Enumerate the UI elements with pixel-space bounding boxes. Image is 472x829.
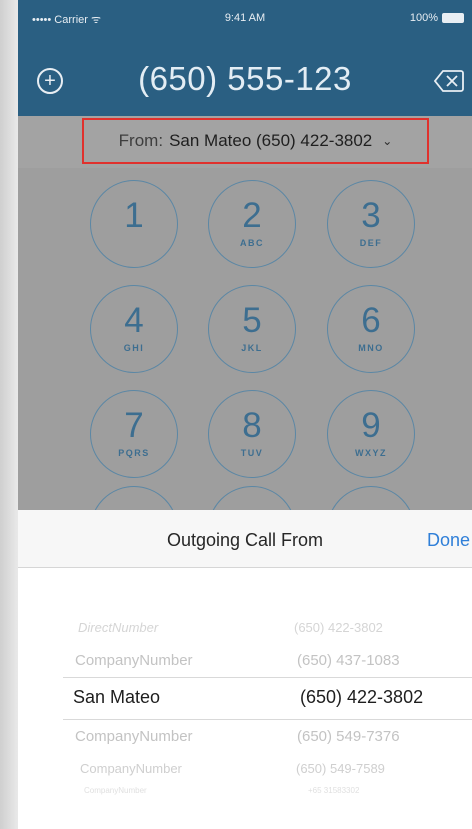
selection-divider-top xyxy=(63,677,472,678)
keypad-key-7[interactable]: 7 PQRS xyxy=(90,390,178,478)
keypad-key-6[interactable]: 6 MNO xyxy=(327,285,415,373)
option-number: (650) 437-1083 xyxy=(297,652,400,669)
key-letters: DEF xyxy=(359,238,383,248)
key-digit: 7 xyxy=(124,406,144,445)
option-name: DirectNumber xyxy=(78,620,159,635)
keypad-key-1[interactable]: 1 xyxy=(90,180,178,268)
battery-status: 100% xyxy=(410,12,464,24)
option-name: CompanyNumber xyxy=(84,786,147,795)
keypad-key-9[interactable]: 9 WXYZ xyxy=(327,390,415,478)
option-name: CompanyNumber xyxy=(80,761,182,776)
from-label: From: xyxy=(118,131,164,150)
key-letters: WXYZ xyxy=(355,448,387,458)
keypad-key-8[interactable]: 8 TUV xyxy=(208,390,296,478)
key-digit: 2 xyxy=(242,196,262,235)
option-number: (650) 549-7589 xyxy=(296,761,385,776)
keypad-key-4[interactable]: 4 GHI xyxy=(90,285,178,373)
key-letters: ABC xyxy=(240,238,264,248)
key-letters: JKL xyxy=(241,343,263,353)
status-time: 9:41 AM xyxy=(224,12,266,24)
from-number-value: San Mateo (650) 422-3802 xyxy=(169,131,373,150)
key-digit: 9 xyxy=(361,406,381,445)
option-number: (650) 422-3802 xyxy=(300,687,424,707)
option-name: San Mateo xyxy=(73,687,161,707)
keypad-key-5[interactable]: 5 JKL xyxy=(208,285,296,373)
chevron-down-icon: ⌄ xyxy=(382,134,393,148)
picker-option-selected[interactable]: San Mateo (650) 422-3802 xyxy=(18,687,472,713)
picker-option[interactable]: CompanyNumber +65 31583302 xyxy=(18,786,472,798)
plus-icon: + xyxy=(44,70,56,92)
outgoing-call-sheet: Outgoing Call From Done DirectNumber (65… xyxy=(18,510,472,829)
key-digit: 6 xyxy=(361,301,381,340)
dialed-number: (650) 555-123 xyxy=(138,60,352,97)
dialer-header: ••••• Carrier ᯤ 9:41 AM 100% + (650) 555… xyxy=(18,0,472,116)
screenshot-frame: ••••• Carrier ᯤ 9:41 AM 100% + (650) 555… xyxy=(0,0,472,829)
status-bar: ••••• Carrier ᯤ 9:41 AM 100% xyxy=(18,0,472,38)
key-letters: GHI xyxy=(123,343,145,353)
from-bar: From: San Mateo (650) 422-3802 ⌄ xyxy=(18,116,472,168)
key-digit: 8 xyxy=(242,406,262,445)
battery-percent: 100% xyxy=(409,12,438,24)
from-number-selector[interactable]: From: San Mateo (650) 422-3802 ⌄ xyxy=(82,118,429,164)
key-digit: 5 xyxy=(242,301,262,340)
key-letters: TUV xyxy=(240,448,264,458)
backspace-icon[interactable] xyxy=(434,69,464,93)
phone-screen: ••••• Carrier ᯤ 9:41 AM 100% + (650) 555… xyxy=(18,0,472,829)
sheet-header: Outgoing Call From Done xyxy=(18,510,472,568)
key-digit: 3 xyxy=(361,196,381,235)
add-contact-button[interactable]: + xyxy=(37,68,63,94)
key-digit: 1 xyxy=(124,196,144,235)
done-button[interactable]: Done xyxy=(427,530,470,551)
number-picker[interactable]: DirectNumber (650) 422-3802 CompanyNumbe… xyxy=(18,568,472,829)
option-number: +65 31583302 xyxy=(308,786,360,795)
picker-option[interactable]: CompanyNumber (650) 437-1083 xyxy=(18,652,472,674)
key-digit: 4 xyxy=(124,301,144,340)
option-number: (650) 549-7376 xyxy=(297,728,400,745)
option-name: CompanyNumber xyxy=(75,728,193,745)
sheet-title: Outgoing Call From xyxy=(166,530,324,550)
picker-option[interactable]: CompanyNumber (650) 549-7376 xyxy=(18,728,472,750)
picker-option[interactable]: CompanyNumber (650) 549-7589 xyxy=(18,761,472,781)
battery-icon xyxy=(442,13,464,23)
keypad-key-2[interactable]: 2 ABC xyxy=(208,180,296,268)
key-letters: PQRS xyxy=(118,448,150,458)
option-name: CompanyNumber xyxy=(75,652,193,669)
device-bezel xyxy=(0,0,18,829)
picker-option[interactable]: DirectNumber (650) 422-3802 xyxy=(18,620,472,640)
key-letters: MNO xyxy=(358,343,384,353)
keypad-area: From: San Mateo (650) 422-3802 ⌄ 1 2 ABC… xyxy=(18,116,472,574)
option-number: (650) 422-3802 xyxy=(294,620,383,635)
keypad-key-3[interactable]: 3 DEF xyxy=(327,180,415,268)
selection-divider-bottom xyxy=(63,719,472,720)
